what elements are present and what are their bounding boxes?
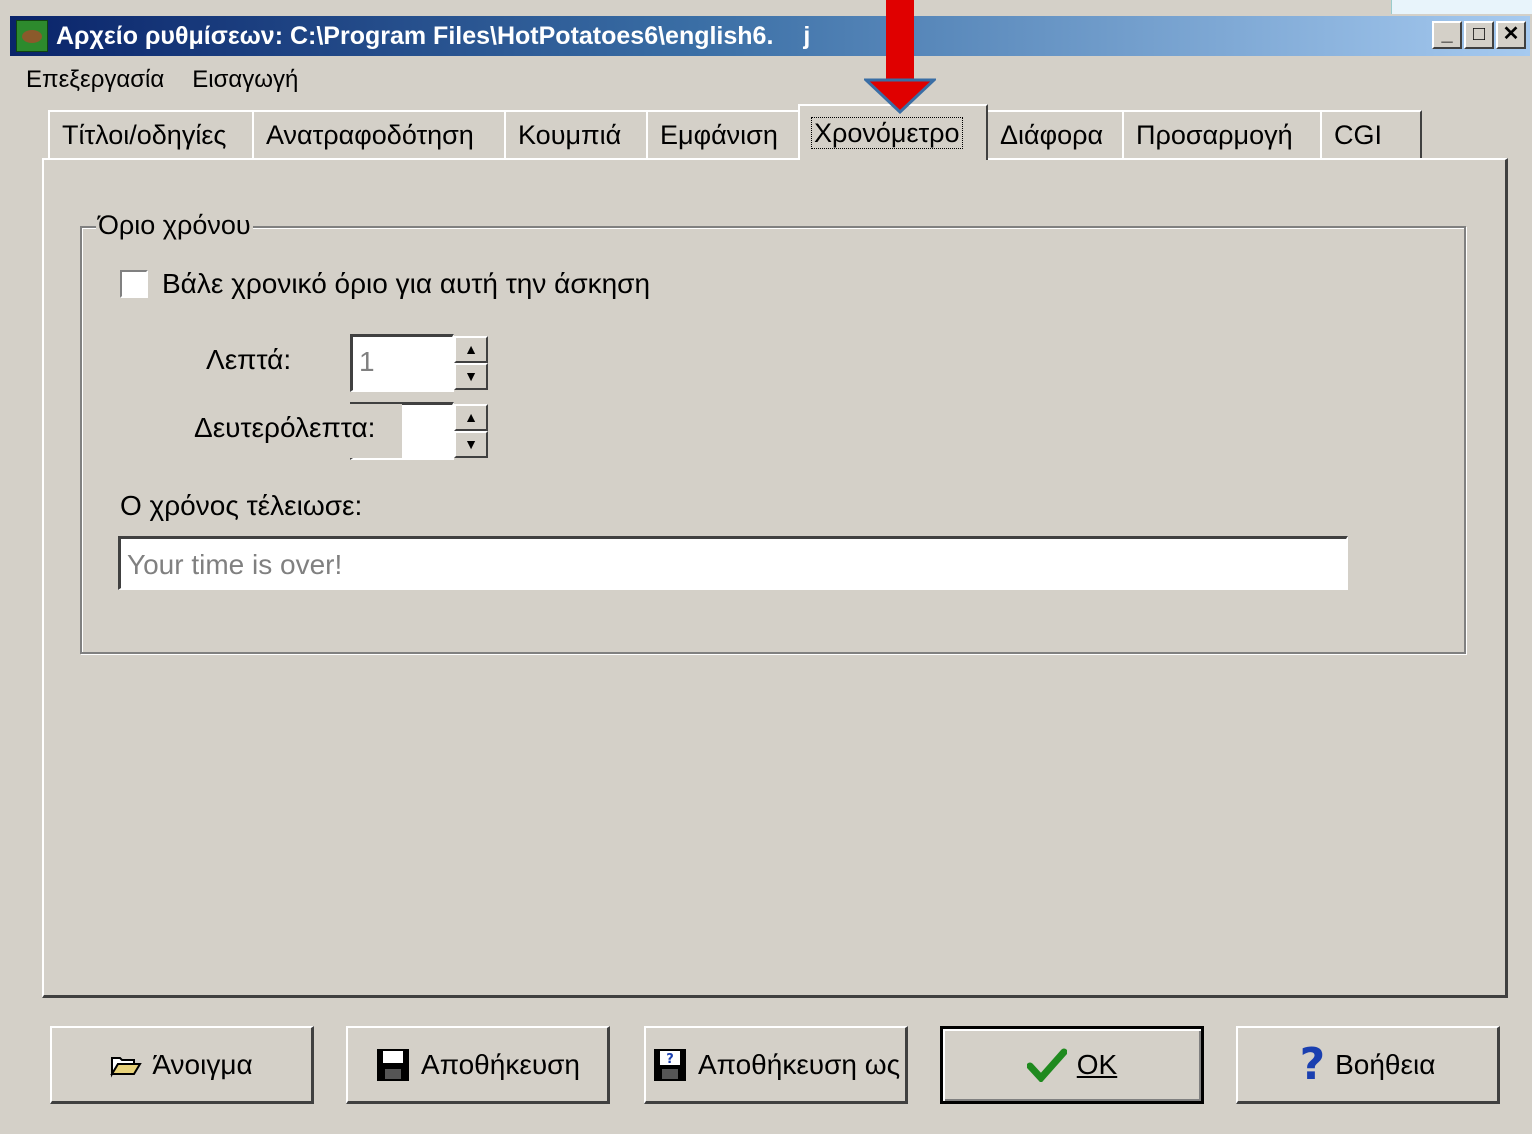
ok-button-label: OK xyxy=(1076,1049,1118,1080)
timeout-message-label: Ο χρόνος τέλειωσε: xyxy=(120,490,363,521)
minutes-input[interactable]: 1 xyxy=(350,334,454,392)
time-limit-checkbox[interactable] xyxy=(120,270,148,298)
seconds-spinner: ▲ ▼ xyxy=(454,404,488,458)
window-controls: _ □ ✕ xyxy=(1432,21,1526,49)
ok-button[interactable]: OK xyxy=(940,1026,1204,1104)
svg-text:?: ? xyxy=(666,1052,674,1067)
tab-appearance[interactable]: Εμφάνιση xyxy=(646,110,800,158)
tab-label: Κουμπιά xyxy=(518,120,622,150)
save-button[interactable]: Αποθήκευση xyxy=(346,1026,610,1104)
minutes-up-arrow-icon[interactable]: ▲ xyxy=(454,336,488,363)
tab-label: Τίτλοι/οδηγίες xyxy=(62,120,227,150)
background-decoration xyxy=(1391,0,1532,14)
window-title-tail: j xyxy=(803,21,811,50)
tab-feedback[interactable]: Ανατραφοδότηση xyxy=(252,110,506,158)
minimize-button[interactable]: _ xyxy=(1432,21,1462,49)
minutes-label: Λεπτά: xyxy=(206,344,292,375)
floppy-disk-question-icon: ? xyxy=(652,1047,688,1083)
save-button-label: Αποθήκευση xyxy=(421,1048,580,1080)
tab-buttons[interactable]: Κουμπιά xyxy=(504,110,648,158)
checkmark-icon xyxy=(1026,1048,1067,1082)
save-as-button-label: Αποθήκευση ως xyxy=(698,1048,901,1080)
tab-titles-instructions[interactable]: Τίτλοι/οδηγίες xyxy=(48,110,254,158)
timeout-message-input[interactable]: Your time is over! xyxy=(118,536,1348,590)
maximize-button[interactable]: □ xyxy=(1464,21,1494,49)
question-mark-icon: ? xyxy=(1299,1039,1326,1090)
floppy-disk-icon xyxy=(375,1047,411,1083)
tab-label: Χρονόμετρο xyxy=(811,117,963,149)
tab-cgi[interactable]: CGI xyxy=(1320,110,1422,158)
title-bar[interactable]: Αρχείο ρυθμίσεων: C:\Program Files\HotPo… xyxy=(10,16,1530,56)
tab-label: CGI xyxy=(1334,120,1383,150)
seconds-down-arrow-icon[interactable]: ▼ xyxy=(454,431,488,458)
tab-label: Διάφορα xyxy=(1000,120,1104,150)
tab-other[interactable]: Διάφορα xyxy=(986,110,1124,158)
time-limit-checkbox-label: Βάλε χρονικό όριο για αυτή την άσκηση xyxy=(162,268,651,299)
menu-edit[interactable]: Επεξεργασία xyxy=(26,66,164,94)
tab-label: Προσαρμογή xyxy=(1136,120,1293,150)
menu-insert[interactable]: Εισαγωγή xyxy=(192,66,298,94)
menu-bar: Επεξεργασία Εισαγωγή xyxy=(26,66,298,94)
hot-potatoes-app-icon xyxy=(16,20,48,52)
seconds-label: Δευτερόλεπτα: xyxy=(194,412,376,443)
seconds-up-arrow-icon[interactable]: ▲ xyxy=(454,404,488,431)
help-button-label: Βοήθεια xyxy=(1335,1048,1436,1080)
tab-customize[interactable]: Προσαρμογή xyxy=(1122,110,1322,158)
tab-label: Εμφάνιση xyxy=(660,120,778,150)
open-button[interactable]: Άνοιγμα xyxy=(50,1026,314,1104)
folder-open-icon xyxy=(110,1052,143,1078)
time-limit-checkbox-row[interactable]: Βάλε χρονικό όριο για αυτή την άσκηση xyxy=(120,268,650,300)
tab-label: Ανατραφοδότηση xyxy=(266,120,474,150)
help-button[interactable]: ? Βοήθεια xyxy=(1236,1026,1500,1104)
save-as-button[interactable]: ? Αποθήκευση ως xyxy=(644,1026,908,1104)
window-title: Αρχείο ρυθμίσεων: C:\Program Files\HotPo… xyxy=(56,21,774,50)
minutes-spinner: ▲ ▼ xyxy=(454,336,488,390)
time-limit-group-title: Όριο χρόνου xyxy=(96,210,253,241)
red-arrow-annotation-icon xyxy=(862,0,938,119)
open-button-label: Άνοιγμα xyxy=(152,1048,253,1080)
close-button[interactable]: ✕ xyxy=(1496,21,1526,49)
minutes-down-arrow-icon[interactable]: ▼ xyxy=(454,363,488,390)
